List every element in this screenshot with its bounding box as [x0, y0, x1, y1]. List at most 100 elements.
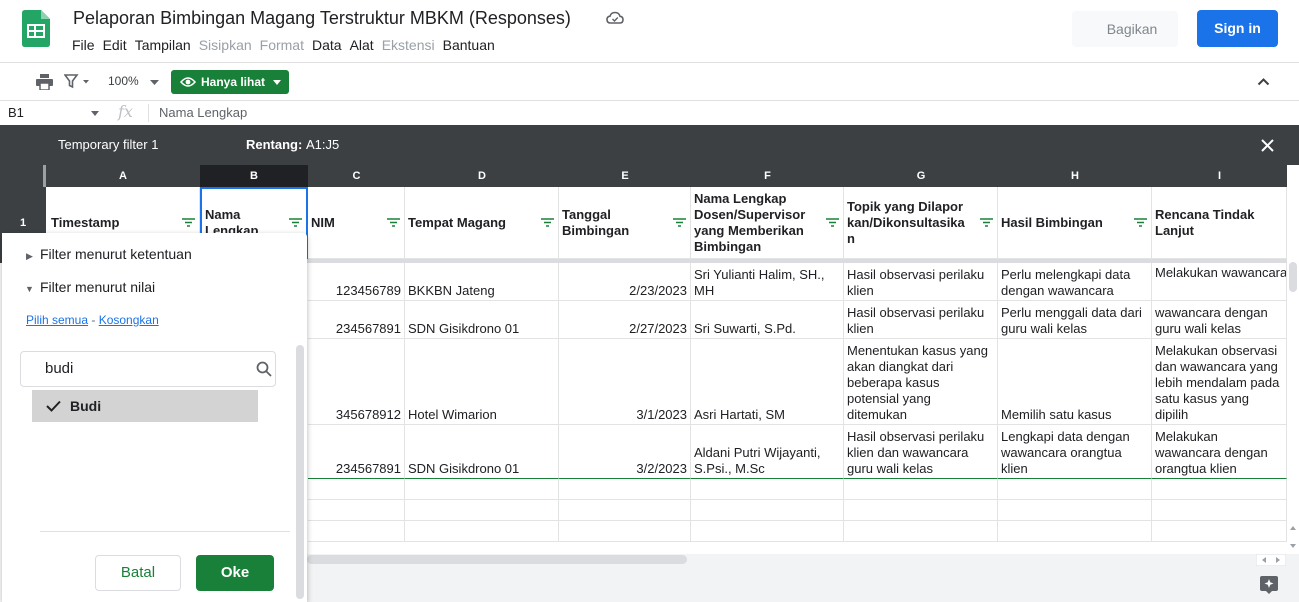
header-cell-dosen[interactable]: Nama Lengkap Dosen/Supervisor yang Membe…: [691, 187, 844, 259]
empty-cell[interactable]: [405, 479, 559, 500]
menu-extensions[interactable]: Ekstensi: [382, 37, 435, 53]
empty-cell[interactable]: [691, 521, 844, 542]
column-header-g[interactable]: G: [844, 165, 998, 187]
chevron-down-icon[interactable]: [150, 80, 159, 85]
cell-rencana[interactable]: Melakukan observasi dan wawancara yang l…: [1152, 339, 1287, 425]
column-header-f[interactable]: F: [691, 165, 844, 187]
clear-link[interactable]: Kosongkan: [99, 313, 159, 327]
filter-icon[interactable]: [289, 218, 302, 227]
column-header-i[interactable]: I: [1152, 165, 1287, 187]
select-all-corner[interactable]: [0, 165, 46, 187]
header-cell-tempat-magang[interactable]: Tempat Magang: [405, 187, 559, 259]
cell-dosen[interactable]: Asri Hartati, SM: [691, 339, 844, 425]
empty-cell[interactable]: [844, 500, 998, 521]
column-header-h[interactable]: H: [998, 165, 1152, 187]
filter-icon[interactable]: [387, 217, 400, 227]
empty-cell[interactable]: [998, 479, 1152, 500]
cell-tempat[interactable]: SDN Gisikdrono 01: [405, 301, 559, 339]
cell-nim[interactable]: 345678912: [308, 339, 405, 425]
vertical-scrollbar[interactable]: [1289, 262, 1297, 292]
menu-file[interactable]: File: [72, 37, 95, 53]
filter-icon[interactable]: [826, 217, 839, 227]
cell-tempat[interactable]: BKKBN Jateng: [405, 263, 559, 301]
sign-in-button[interactable]: Sign in: [1197, 10, 1278, 47]
cell-topik[interactable]: Menentukan kasus yang akan diangkat dari…: [844, 339, 998, 425]
cell-topik[interactable]: Hasil observasi perilaku klien: [844, 301, 998, 339]
horizontal-scrollbar[interactable]: [307, 555, 687, 564]
ok-button[interactable]: Oke: [196, 555, 274, 591]
chevron-down-icon[interactable]: [91, 111, 99, 116]
cancel-button[interactable]: Batal: [95, 555, 181, 591]
column-header-d[interactable]: D: [405, 165, 559, 187]
menu-view[interactable]: Tampilan: [135, 37, 191, 53]
empty-cell[interactable]: [1152, 479, 1287, 500]
column-header-e[interactable]: E: [559, 165, 691, 187]
menu-insert[interactable]: Sisipkan: [199, 37, 252, 53]
range-value[interactable]: A1:J5: [306, 137, 339, 152]
cell-rencana[interactable]: Melakukan wawancara dengan orangtua klie…: [1152, 425, 1287, 479]
collapse-chevron-up-icon[interactable]: [1257, 77, 1270, 86]
filter-icon[interactable]: [1134, 217, 1147, 227]
empty-cell[interactable]: [308, 500, 405, 521]
value-checkbox-item[interactable]: Budi: [32, 390, 258, 422]
filter-icon[interactable]: [980, 217, 993, 227]
empty-cell[interactable]: [1152, 500, 1287, 521]
cell-nim[interactable]: 123456789: [308, 263, 405, 301]
frozen-column-divider[interactable]: [43, 165, 46, 187]
cell-tanggal[interactable]: 2/23/2023: [559, 263, 691, 301]
cell-tanggal[interactable]: 2/27/2023: [559, 301, 691, 339]
empty-cell[interactable]: [844, 479, 998, 500]
empty-cell[interactable]: [559, 500, 691, 521]
menu-help[interactable]: Bantuan: [443, 37, 495, 53]
empty-cell[interactable]: [691, 500, 844, 521]
column-header-b[interactable]: B: [200, 165, 308, 187]
cell-dosen[interactable]: Sri Suwarti, S.Pd.: [691, 301, 844, 339]
print-icon[interactable]: [36, 74, 53, 90]
value-search-input[interactable]: budi: [20, 351, 276, 387]
header-cell-topik[interactable]: Topik yang Dilaporkan/Dikonsultasikan: [844, 187, 998, 259]
name-box[interactable]: B1: [8, 105, 24, 120]
cell-hasil[interactable]: Lengkapi data dengan wawancara orangtua …: [998, 425, 1152, 479]
cloud-status-icon[interactable]: [606, 11, 624, 25]
empty-cell[interactable]: [559, 521, 691, 542]
column-header-a[interactable]: A: [46, 165, 200, 187]
cell-tempat[interactable]: SDN Gisikdrono 01: [405, 425, 559, 479]
zoom-selector[interactable]: 100%: [108, 74, 139, 88]
cell-dosen[interactable]: Aldani Putri Wijayanti, S.Psi., M.Sc: [691, 425, 844, 479]
header-cell-nim[interactable]: NIM: [308, 187, 405, 259]
header-cell-tanggal-bimbingan[interactable]: Tanggal Bimbingan: [559, 187, 691, 259]
close-icon[interactable]: [1261, 139, 1274, 152]
cell-topik[interactable]: Hasil observasi perilaku klien: [844, 263, 998, 301]
filter-view-name[interactable]: Temporary filter 1: [58, 137, 158, 152]
empty-cell[interactable]: [405, 521, 559, 542]
empty-cell[interactable]: [998, 500, 1152, 521]
scroll-arrows-icon[interactable]: [1256, 554, 1286, 566]
cell-hasil[interactable]: Perlu melengkapi data dengan wawancara: [998, 263, 1152, 301]
select-all-link[interactable]: Pilih semua: [26, 313, 88, 327]
cell-tanggal[interactable]: 3/2/2023: [559, 425, 691, 479]
cell-rencana[interactable]: Melakukan wawancara dengan guru wali kel…: [1152, 301, 1287, 339]
cell-nim[interactable]: 234567891: [308, 425, 405, 479]
empty-cell[interactable]: [998, 521, 1152, 542]
empty-cell[interactable]: [1152, 521, 1287, 542]
empty-cell[interactable]: [308, 521, 405, 542]
cell-hasil[interactable]: Perlu menggali data dari guru wali kelas: [998, 301, 1152, 339]
header-cell-hasil-bimbingan[interactable]: Hasil Bimbingan: [998, 187, 1152, 259]
panel-scrollbar[interactable]: [296, 345, 304, 599]
empty-cell[interactable]: [308, 479, 405, 500]
empty-cell[interactable]: [844, 521, 998, 542]
empty-cell[interactable]: [405, 500, 559, 521]
formula-input[interactable]: Nama Lengkap: [159, 105, 247, 120]
filter-icon[interactable]: [182, 217, 195, 227]
cell-nim[interactable]: 234567891: [308, 301, 405, 339]
cell-topik[interactable]: Hasil observasi perilaku klien dan wawan…: [844, 425, 998, 479]
filter-by-condition-toggle[interactable]: ▶ Filter menurut ketentuan: [26, 246, 192, 262]
scroll-arrows-icon[interactable]: [1288, 523, 1298, 551]
cell-tempat[interactable]: Hotel Wimarion: [405, 339, 559, 425]
document-title[interactable]: Pelaporan Bimbingan Magang Terstruktur M…: [73, 8, 571, 29]
cell-rencana[interactable]: Melakukan wawancara dengan klien: [1152, 263, 1287, 301]
explore-icon[interactable]: [1260, 576, 1278, 594]
sheets-logo-icon[interactable]: [22, 10, 50, 47]
filter-by-value-toggle[interactable]: ▼ Filter menurut nilai: [25, 279, 155, 295]
cell-tanggal[interactable]: 3/1/2023: [559, 339, 691, 425]
